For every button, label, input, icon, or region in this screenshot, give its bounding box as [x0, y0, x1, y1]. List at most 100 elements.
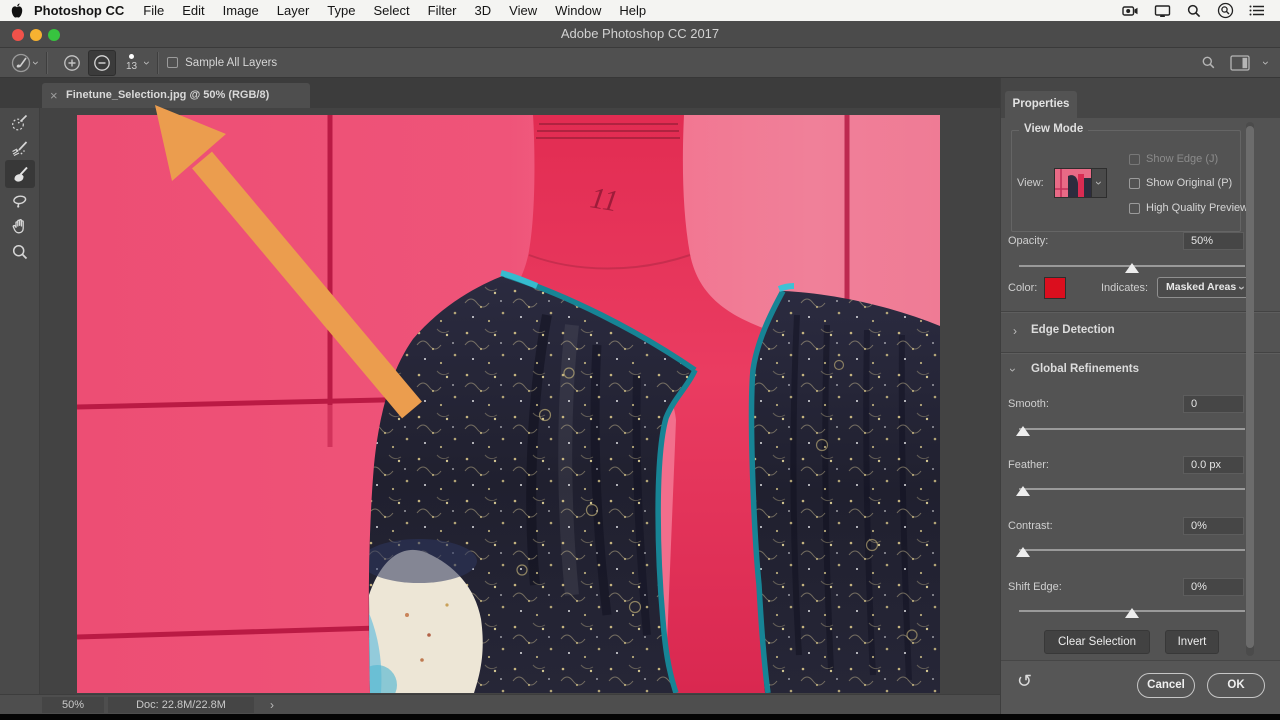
menu-item-view[interactable]: View: [500, 0, 546, 21]
menu-item-3d[interactable]: 3D: [466, 0, 501, 21]
color-label: Color:: [1008, 282, 1038, 294]
smooth-slider[interactable]: [1019, 428, 1245, 430]
menu-item-filter[interactable]: Filter: [419, 0, 466, 21]
menu-item-select[interactable]: Select: [364, 0, 418, 21]
panel-header: Properties: [1001, 78, 1280, 118]
menu-item-image[interactable]: Image: [214, 0, 268, 21]
panel-scrollbar[interactable]: [1246, 122, 1254, 656]
brush-size-chevron-icon[interactable]: ›: [140, 61, 154, 65]
opacity-input[interactable]: 50%: [1183, 232, 1244, 250]
select-and-mask-toolbar: [0, 108, 40, 694]
brush-preview-dot-icon: [129, 53, 135, 59]
feather-slider[interactable]: [1019, 488, 1245, 490]
hand-tool[interactable]: [8, 214, 32, 238]
smooth-slider-thumb[interactable]: [1016, 426, 1030, 436]
bottom-letterbox: [0, 714, 1280, 720]
section-divider: [1001, 352, 1280, 354]
menu-item-type[interactable]: Type: [318, 0, 364, 21]
contrast-slider-thumb[interactable]: [1016, 547, 1030, 557]
global-refinements-chevron-icon[interactable]: ›: [1006, 368, 1020, 372]
view-dropdown-chevron-icon[interactable]: ›: [1092, 168, 1107, 198]
feather-input[interactable]: 0.0 px: [1183, 456, 1244, 474]
show-original-row[interactable]: Show Original (P): [1129, 177, 1232, 189]
status-chevron-icon[interactable]: ›: [270, 699, 274, 711]
edge-detection-section[interactable]: Edge Detection: [1031, 324, 1115, 336]
view-mode-legend: View Mode: [1019, 123, 1089, 135]
zoom-level-field[interactable]: 50%: [42, 697, 104, 713]
edge-detection-chevron-icon[interactable]: ›: [1013, 325, 1017, 337]
brush-size-control[interactable]: 13: [126, 53, 138, 72]
invert-button[interactable]: Invert: [1165, 630, 1219, 654]
smooth-input[interactable]: 0: [1183, 395, 1244, 413]
contrast-input[interactable]: 0%: [1183, 517, 1244, 535]
apple-icon[interactable]: [10, 3, 24, 19]
show-edge-checkbox: [1129, 153, 1140, 165]
clear-selection-button[interactable]: Clear Selection: [1044, 630, 1150, 654]
section-divider: [1001, 311, 1280, 313]
annotation-arrow: [155, 105, 422, 419]
tab-properties[interactable]: Properties: [1005, 91, 1077, 118]
opacity-label: Opacity:: [1008, 235, 1049, 247]
indicates-dropdown[interactable]: Masked Areas ›: [1157, 277, 1250, 298]
spotlight-search-icon[interactable]: [1186, 3, 1202, 19]
display-icon[interactable]: [1154, 3, 1171, 19]
indicates-value: Masked Areas: [1166, 281, 1237, 293]
cancel-button[interactable]: Cancel: [1137, 673, 1195, 698]
shift-edge-label: Shift Edge:: [1008, 581, 1062, 593]
menu-item-layer[interactable]: Layer: [268, 0, 319, 21]
menu-item-file[interactable]: File: [134, 0, 173, 21]
menu-item-edit[interactable]: Edit: [173, 0, 213, 21]
reset-icon[interactable]: ↺: [1017, 671, 1032, 692]
refine-edge-brush-tool[interactable]: [8, 136, 32, 160]
sample-all-layers-checkbox[interactable]: [167, 57, 179, 68]
overlay-color-swatch[interactable]: [1044, 277, 1066, 299]
window-title: Adobe Photoshop CC 2017: [560, 26, 720, 41]
view-thumbnail[interactable]: [1054, 168, 1092, 198]
workspace-chevron-icon[interactable]: ›: [1259, 61, 1273, 65]
status-bar: 50% Doc: 22.8M/22.8M ›: [0, 694, 1000, 714]
view-label: View:: [1017, 177, 1044, 189]
feather-slider-thumb[interactable]: [1016, 486, 1030, 496]
global-refinements-section[interactable]: Global Refinements: [1031, 363, 1139, 375]
panel-footer: ↺ Cancel OK: [1001, 660, 1280, 714]
menu-item-help[interactable]: Help: [610, 0, 655, 21]
contrast-label: Contrast:: [1008, 520, 1053, 532]
shift-edge-slider-thumb[interactable]: [1125, 608, 1139, 618]
opacity-slider-thumb[interactable]: [1125, 263, 1139, 273]
add-selection-button[interactable]: [62, 53, 82, 73]
zoom-tool[interactable]: [8, 240, 32, 264]
high-quality-checkbox[interactable]: [1129, 202, 1140, 214]
menu-app-name[interactable]: Photoshop CC: [24, 0, 134, 21]
close-tab-icon[interactable]: ×: [50, 83, 58, 108]
brush-size-value: 13: [126, 60, 138, 72]
high-quality-row[interactable]: High Quality Preview: [1129, 202, 1248, 214]
menu-item-window[interactable]: Window: [546, 0, 610, 21]
tool-preset-chevron-icon[interactable]: ›: [29, 61, 43, 65]
indicates-label: Indicates:: [1101, 282, 1149, 294]
properties-panel: Properties View Mode View: › Show Edge (…: [1000, 78, 1280, 714]
feather-label: Feather:: [1008, 459, 1049, 471]
brush-tool[interactable]: [8, 162, 32, 186]
search-icon[interactable]: [1201, 55, 1216, 70]
contrast-slider[interactable]: [1019, 549, 1245, 551]
subtract-selection-button[interactable]: [88, 49, 116, 76]
quick-selection-tool[interactable]: [8, 110, 32, 134]
menu-bar: Photoshop CC File Edit Image Layer Type …: [0, 0, 1280, 21]
photoshop-window: Photoshop CC File Edit Image Layer Type …: [0, 0, 1280, 720]
show-edge-label: Show Edge (J): [1146, 153, 1219, 165]
screen-record-icon[interactable]: [1122, 3, 1139, 19]
options-separator: [157, 51, 160, 74]
shift-edge-input[interactable]: 0%: [1183, 578, 1244, 596]
show-original-checkbox[interactable]: [1129, 177, 1140, 189]
panel-scrollbar-thumb[interactable]: [1246, 126, 1254, 648]
mannequin-size-mark: 11: [588, 181, 621, 218]
high-quality-label: High Quality Preview: [1146, 202, 1249, 214]
lasso-tool[interactable]: [8, 188, 32, 212]
smooth-label: Smooth:: [1008, 398, 1049, 410]
show-edge-row: Show Edge (J): [1129, 153, 1218, 165]
doc-size-info: Doc: 22.8M/22.8M: [108, 697, 254, 713]
workspace-icon[interactable]: [1230, 54, 1250, 71]
notification-list-icon[interactable]: [1249, 3, 1266, 18]
siri-search-icon[interactable]: [1217, 2, 1234, 19]
ok-button[interactable]: OK: [1207, 673, 1265, 698]
